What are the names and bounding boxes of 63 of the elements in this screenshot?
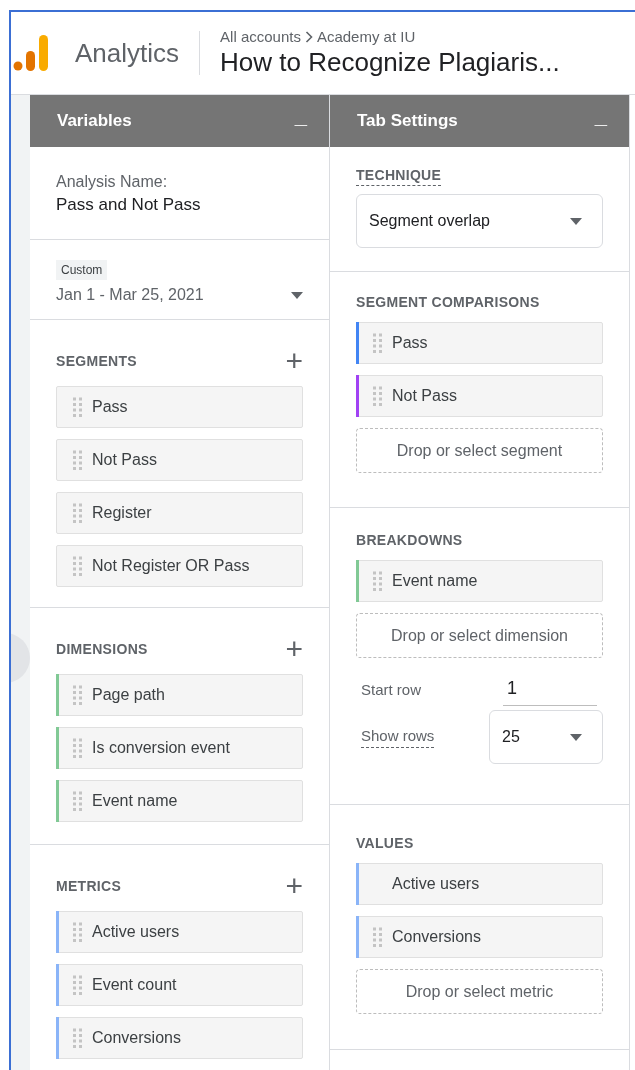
show-rows-dropdown[interactable]: 25 (489, 710, 603, 764)
analytics-logo-icon (13, 33, 49, 73)
chip[interactable]: Active users (356, 863, 603, 905)
drag-handle-icon[interactable] (73, 738, 82, 758)
breadcrumb-link[interactable]: Academy at IU (316, 28, 416, 45)
chip[interactable]: Conversions (356, 916, 603, 958)
collapse-button[interactable]: _ (290, 105, 311, 137)
collapse-button[interactable]: _ (590, 105, 611, 137)
drag-handle-icon[interactable] (373, 571, 382, 591)
section-title: SEGMENT COMPARISONS (356, 294, 540, 310)
panel-title: Tab Settings (357, 111, 458, 131)
chip[interactable]: Event name (56, 780, 303, 822)
drop-zone[interactable]: Drop or select dimension (356, 613, 603, 658)
chip[interactable]: Event count (56, 964, 303, 1006)
drag-handle-icon[interactable] (373, 927, 382, 947)
drag-handle-icon[interactable] (73, 791, 82, 811)
breadcrumb-link[interactable]: All accounts (220, 28, 301, 45)
drag-handle-icon[interactable] (73, 556, 82, 576)
add-button[interactable]: + (285, 350, 303, 372)
section-title: DIMENSIONS (56, 641, 148, 657)
drag-handle-icon[interactable] (73, 503, 82, 523)
section-title: METRICS (56, 878, 122, 894)
section-title: VALUES (356, 835, 414, 851)
section-title: TECHNIQUE (356, 167, 442, 186)
chip[interactable]: Not Pass (56, 439, 303, 481)
date-preset-label: Custom (56, 260, 108, 280)
drag-handle-icon[interactable] (373, 333, 382, 353)
product-name: Analytics (75, 37, 180, 69)
drag-handle-icon[interactable] (373, 386, 382, 406)
dropdown-caret-icon (291, 291, 303, 299)
chip[interactable]: Not Register OR Pass (56, 545, 303, 587)
chip[interactable]: Event name (356, 560, 603, 602)
add-button[interactable]: + (285, 638, 303, 660)
section-title: BREAKDOWNS (356, 532, 463, 548)
chip[interactable]: Pass (56, 386, 303, 428)
panel-title: Variables (57, 111, 132, 131)
chip[interactable]: Is conversion event (56, 727, 303, 769)
drag-handle-icon[interactable] (73, 922, 82, 942)
dropdown-caret-icon (570, 217, 582, 225)
chip[interactable]: Page path (56, 674, 303, 716)
chevron-right-icon (304, 30, 313, 43)
drop-zone[interactable]: Drop or select segment (356, 428, 603, 473)
drop-zone[interactable]: Drop or select metric (356, 969, 603, 1014)
field-label: Show rows (361, 726, 435, 748)
drag-handle-icon[interactable] (73, 450, 82, 470)
chip[interactable]: Active users (56, 911, 303, 953)
chip[interactable]: Conversions (56, 1017, 303, 1059)
field-label: Start row (361, 680, 421, 698)
chip[interactable]: Not Pass (356, 375, 603, 417)
drag-handle-icon[interactable] (73, 397, 82, 417)
technique-dropdown[interactable]: Segment overlap (356, 194, 603, 248)
drag-handle-icon[interactable] (73, 685, 82, 705)
chip[interactable]: Register (56, 492, 303, 534)
drag-handle-icon[interactable] (73, 975, 82, 995)
drag-handle-icon[interactable] (73, 1028, 82, 1048)
chip[interactable]: Pass (356, 322, 603, 364)
add-button[interactable]: + (285, 875, 303, 897)
field-label: Analysis Name: (56, 173, 169, 191)
section-title: SEGMENTS (56, 353, 137, 369)
date-range-picker[interactable]: Jan 1 - Mar 25, 2021 (56, 286, 303, 304)
dropdown-caret-icon (570, 733, 582, 741)
analysis-name-field[interactable]: Pass and Not Pass (56, 195, 303, 215)
property-title[interactable]: How to Recognize Plagiaris... (220, 47, 560, 78)
